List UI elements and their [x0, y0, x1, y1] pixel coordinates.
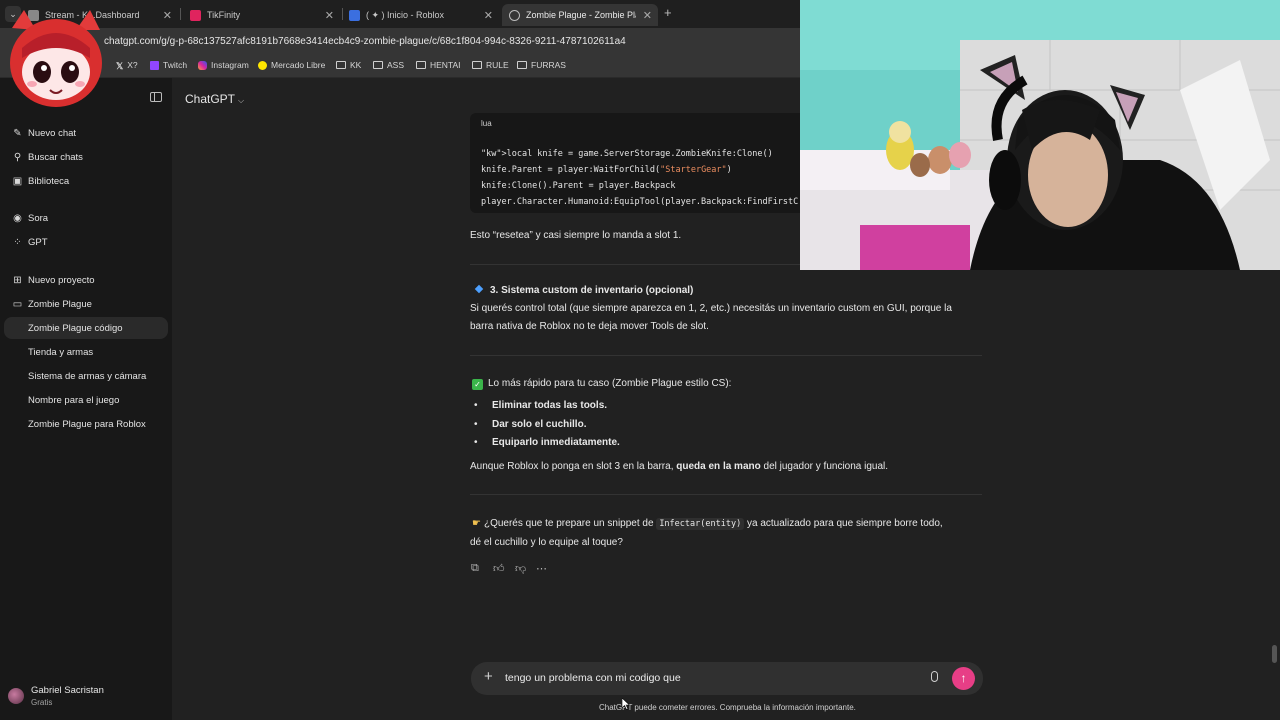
chevron-down-icon: ⌵: [238, 96, 245, 105]
sidebar-item-library[interactable]: ▣ Biblioteca: [4, 170, 168, 192]
sidebar-item-search-chats[interactable]: ⚲ Buscar chats: [4, 146, 168, 168]
tab-zombie-plague[interactable]: Zombie Plague - Zombie Plag ✕: [502, 4, 658, 26]
bookmark-twitch[interactable]: Twitch: [150, 60, 187, 70]
close-icon[interactable]: ✕: [484, 9, 493, 22]
new-folder-icon: ⊞: [13, 274, 22, 286]
tab-label: TikFinity: [207, 10, 241, 20]
code-line: knife:Clone().Parent = player.Backpack: [481, 181, 676, 191]
prompt-input[interactable]: tengo un problema con mi codigo que: [505, 672, 681, 684]
user-name: Gabriel Sacristan: [31, 685, 104, 696]
blue-diamond-icon: [474, 284, 484, 294]
paragraph-line: Si querés control total (que siempre apa…: [470, 303, 952, 314]
pointing-hand-icon: ☛: [472, 518, 481, 529]
bookmark-mercado-libre[interactable]: Mercado Libre: [258, 60, 325, 70]
instagram-icon: [198, 60, 207, 70]
compose-icon: ✎: [13, 127, 22, 139]
bookmark-folder-kk[interactable]: KK: [336, 60, 361, 70]
search-icon: ⚲: [13, 151, 22, 163]
prompt-composer: + tengo un problema con mi codigo que ↑: [471, 662, 983, 695]
sora-icon: ◉: [13, 212, 22, 224]
sidebar-chat-sistema-de-armas[interactable]: Sistema de armas y cámara: [4, 365, 168, 387]
sidebar-chat-zombie-plague-codigo[interactable]: Zombie Plague código: [4, 317, 168, 339]
close-icon[interactable]: ✕: [163, 9, 172, 22]
tab-tikfinity[interactable]: TikFinity ✕: [190, 4, 340, 26]
streamer-avatar-sticker: [10, 10, 102, 107]
avatar: [8, 688, 24, 704]
sidebar-chat-nombre-para-el-juego[interactable]: Nombre para el juego: [4, 389, 168, 411]
sidebar: ✎ Nuevo chat ⚲ Buscar chats ▣ Biblioteca…: [0, 78, 172, 720]
screen: ⌄ Stream - K...Dashboard ✕ TikFinity ✕ (…: [0, 0, 1280, 720]
section-title: 3. Sistema custom de inventario (opciona…: [470, 282, 693, 300]
list-item: Equiparlo inmediatamente.: [474, 437, 620, 448]
tikfinity-icon: [190, 9, 201, 21]
sidebar-item-new-chat[interactable]: ✎ Nuevo chat: [4, 122, 168, 144]
folder-icon: [472, 61, 482, 69]
bookmark-folder-hentai[interactable]: HENTAI: [416, 60, 461, 70]
microphone-icon[interactable]: [931, 671, 938, 682]
offer-text-line2: dé el cuchillo y lo equipe al toque?: [470, 537, 623, 548]
code-line: "kw">local knife = game.ServerStorage.Zo…: [481, 149, 773, 159]
sidebar-chat-tienda-y-armas[interactable]: Tienda y armas: [4, 341, 168, 363]
folder-icon: [373, 61, 383, 69]
sidebar-chat-zombie-plague-roblox[interactable]: Zombie Plague para Roblox: [4, 413, 168, 435]
folder-icon: [416, 61, 426, 69]
disclaimer-text: ChatGPT puede cometer errores. Comprueba…: [599, 703, 856, 712]
plus-icon[interactable]: +: [484, 668, 493, 685]
divider: [470, 355, 982, 356]
after-code-text: Esto “resetea” y casi siempre lo manda a…: [470, 230, 682, 241]
send-button[interactable]: ↑: [952, 667, 975, 690]
folder-icon: [336, 61, 346, 69]
library-icon: ▣: [12, 175, 23, 187]
bookmark-instagram[interactable]: Instagram: [198, 60, 249, 70]
bookmark-folder-furras[interactable]: FURRAS: [517, 60, 566, 70]
close-icon[interactable]: ✕: [325, 9, 334, 22]
mercadolibre-icon: [258, 60, 267, 70]
code-line: player.Character.Humanoid:EquipTool(play…: [481, 197, 799, 207]
sidebar-item-new-project[interactable]: ⊞ Nuevo proyecto: [4, 269, 168, 291]
folder-icon: [517, 61, 527, 69]
list-item: Dar solo el cuchillo.: [474, 419, 586, 430]
thumbs-down-icon[interactable]: 👎︎: [515, 562, 526, 575]
webcam-overlay: [800, 0, 1280, 270]
mouse-cursor-icon: [622, 698, 630, 710]
twitch-icon: [150, 60, 159, 70]
bookmark-folder-ass[interactable]: ASS: [373, 60, 404, 70]
code-block: lua "kw">local knife = game.ServerStorag…: [470, 113, 800, 213]
summary-text: Aunque Roblox lo ponga en slot 3 en la b…: [470, 461, 889, 472]
check-mark-icon: ✓: [472, 379, 483, 390]
thumbs-up-icon[interactable]: 👍︎: [493, 562, 505, 575]
list-item: Eliminar todas las tools.: [474, 400, 607, 411]
code-line: knife.Parent = player:WaitForChild("Star…: [481, 165, 732, 175]
sidebar-item-project-zombie-plague[interactable]: ▭ Zombie Plague: [4, 293, 168, 315]
bookmark-folder-rule[interactable]: RULE: [472, 60, 509, 70]
close-icon[interactable]: ✕: [643, 9, 652, 22]
inline-code: Infectar(entity): [656, 518, 745, 530]
gpt-grid-icon: ⁘: [13, 236, 22, 248]
chatgpt-icon: [509, 9, 520, 21]
bookmark-x[interactable]: 𝕏 X?: [116, 60, 138, 71]
sidebar-item-sora[interactable]: ◉ Sora: [4, 207, 168, 229]
user-menu[interactable]: Gabriel Sacristan Gratis: [8, 685, 104, 707]
roblox-icon: [349, 9, 360, 21]
user-plan: Gratis: [31, 698, 53, 707]
sidebar-toggle-icon[interactable]: [150, 92, 162, 102]
tab-label: ( ✦ ) Inicio - Roblox: [366, 9, 445, 20]
more-options-icon[interactable]: ⋯: [536, 562, 547, 575]
offer-text: ☛ ¿Querés que te prepare un snippet de In…: [472, 518, 943, 530]
url-field[interactable]: chatgpt.com/g/g-p-68c137527afc8191b7668e…: [104, 36, 626, 47]
copy-icon[interactable]: ⧉: [471, 562, 479, 575]
divider: [470, 494, 982, 495]
paragraph-line: barra nativa de Roblox no te deja mover …: [470, 321, 709, 332]
x-icon: 𝕏: [116, 60, 124, 71]
fast-title: ✓ Lo más rápido para tu caso (Zombie Plag…: [472, 375, 731, 393]
sidebar-item-gpt[interactable]: ⁘ GPT: [4, 231, 168, 253]
folder-icon: ▭: [12, 298, 23, 310]
code-language-label: lua: [481, 119, 492, 128]
tab-roblox[interactable]: ( ✦ ) Inicio - Roblox ✕: [349, 4, 499, 26]
tab-label: Zombie Plague - Zombie Plag: [526, 10, 636, 20]
model-selector[interactable]: ChatGPT ⌵: [185, 92, 244, 106]
new-tab-button[interactable]: +: [664, 5, 672, 20]
scrollbar[interactable]: [1272, 645, 1277, 663]
